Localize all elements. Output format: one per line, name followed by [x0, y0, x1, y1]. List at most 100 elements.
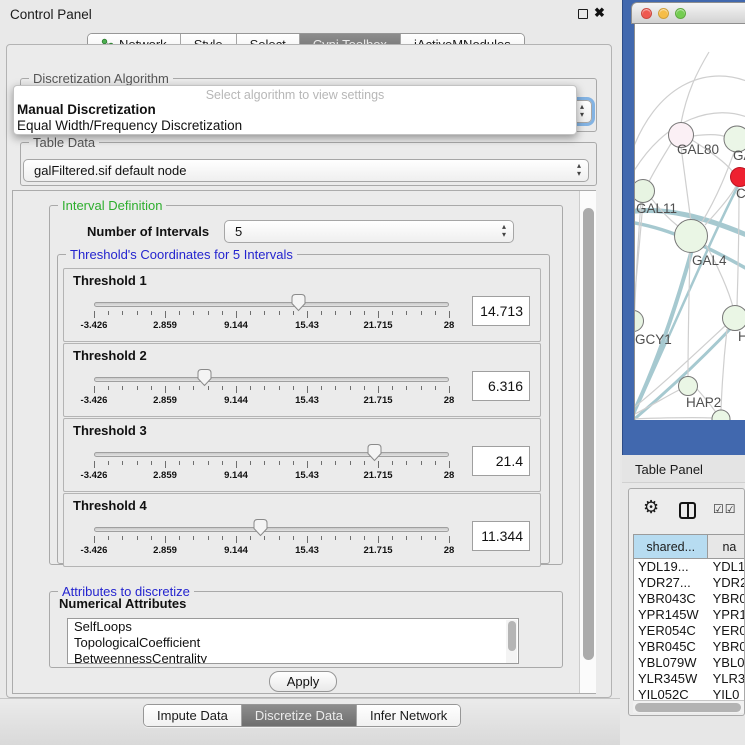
algorithm-placeholder-item[interactable]: Select algorithm to view settings — [14, 86, 576, 102]
network-node-GCY1[interactable] — [635, 311, 644, 332]
tab-impute-data[interactable]: Impute Data — [144, 705, 242, 726]
horizontal-scrollbar-thumb[interactable] — [635, 703, 741, 712]
number-of-intervals-combobox[interactable]: 5 ▴▾ — [224, 220, 514, 243]
numerical-attributes-list[interactable]: SelfLoopsTopologicalCoefficientBetweenne… — [67, 618, 519, 664]
column-checkbox-icons[interactable]: ☑☑ — [713, 502, 737, 516]
slider-track[interactable] — [94, 452, 449, 457]
slider-tick — [193, 311, 194, 315]
network-node-C[interactable] — [731, 168, 745, 187]
slider-tick — [108, 386, 109, 390]
vertical-scrollbar[interactable] — [579, 191, 596, 693]
slider-tick — [378, 311, 379, 318]
slider-track[interactable] — [94, 527, 449, 532]
slider-tick-label: 2.859 — [142, 320, 188, 331]
close-icon[interactable]: ✖ — [594, 5, 605, 21]
slider-tick — [137, 311, 138, 315]
slider-tick — [364, 536, 365, 540]
slider-tick — [406, 536, 407, 540]
attribute-list-item[interactable]: TopologicalCoefficient — [68, 635, 518, 651]
slider-tick — [151, 461, 152, 465]
slider-tick — [250, 461, 251, 465]
slider-thumb[interactable] — [290, 293, 307, 312]
threshold-value-field[interactable]: 6.316 — [472, 371, 530, 401]
table-row[interactable]: YDL19...YDL1 — [634, 559, 745, 575]
network-node-HAP2[interactable] — [679, 377, 698, 396]
slider-tick — [435, 311, 436, 315]
node-table: shared... na YDL19...YDL1YDR27...YDR2YBR… — [633, 534, 745, 700]
horizontal-scrollbar[interactable] — [633, 700, 745, 713]
table-row[interactable]: YBR043CYBR0 — [634, 591, 745, 607]
attribute-list-item[interactable]: SelfLoops — [68, 619, 518, 635]
slider-thumb[interactable] — [252, 518, 269, 537]
network-node-GAL11[interactable] — [635, 180, 655, 203]
slider-tick — [179, 461, 180, 465]
table-row[interactable]: YIL052CYIL0 — [634, 687, 745, 700]
slider-tick — [250, 386, 251, 390]
float-window-icon[interactable] — [578, 9, 588, 19]
cell-shared-name: YBL079W — [634, 655, 709, 671]
slider-tick — [307, 311, 308, 318]
slider-thumb[interactable] — [196, 368, 213, 387]
slider-tick — [321, 311, 322, 315]
network-node-GAL4[interactable] — [675, 220, 708, 253]
slider-tick — [108, 461, 109, 465]
threshold-value-field[interactable]: 21.4 — [472, 446, 530, 476]
slider-tick — [435, 536, 436, 540]
algorithm-option[interactable]: Equal Width/Frequency Discretization — [14, 118, 576, 134]
attribute-list-item[interactable]: BetweennessCentrality — [68, 651, 518, 664]
slider-tick — [94, 311, 95, 318]
network-node-H[interactable] — [723, 306, 745, 331]
tab-discretize-data[interactable]: Discretize Data — [242, 705, 357, 726]
network-canvas[interactable]: GAL80GACGAL11GAL4GCY1HHAP2 — [634, 24, 745, 420]
table-row[interactable]: YBL079WYBL0 — [634, 655, 745, 671]
cell-name: YBR0 — [709, 639, 745, 655]
slider-tick — [307, 461, 308, 468]
minimize-traffic-light-icon[interactable] — [658, 8, 669, 19]
slider-track[interactable] — [94, 302, 449, 307]
threshold-row: Threshold 3-3.4262.8599.14415.4321.71528… — [63, 418, 541, 492]
vertical-scrollbar-thumb[interactable] — [583, 208, 594, 660]
discretization-algorithm-title: Discretization Algorithm — [29, 71, 173, 86]
cell-shared-name: YIL052C — [634, 687, 709, 700]
slider-tick — [350, 311, 351, 315]
slider-tick — [392, 536, 393, 540]
table-row[interactable]: YBR045CYBR0 — [634, 639, 745, 655]
table-row[interactable]: YDR27...YDR2 — [634, 575, 745, 591]
table-data-combobox-value: galFiltered.sif default node — [34, 163, 186, 178]
table-header-name[interactable]: na — [708, 535, 745, 559]
tab-label: Discretize Data — [255, 708, 343, 723]
network-edge — [702, 150, 735, 222]
split-columns-icon[interactable] — [679, 502, 696, 519]
slider-tick — [179, 311, 180, 315]
network-edge — [635, 202, 643, 311]
table-data-combobox[interactable]: galFiltered.sif default node ▴▾ — [23, 159, 589, 182]
slider-tick — [392, 386, 393, 390]
network-window-titlebar[interactable] — [631, 2, 745, 24]
gear-icon[interactable]: ⚙ — [643, 497, 659, 518]
threshold-value-field[interactable]: 14.713 — [472, 296, 530, 326]
table-row[interactable]: YER054CYER0 — [634, 623, 745, 639]
cell-shared-name: YBR045C — [634, 639, 709, 655]
network-edge — [648, 142, 672, 184]
slider-tick — [137, 461, 138, 465]
slider-tick — [222, 386, 223, 390]
threshold-value-field[interactable]: 11.344 — [472, 521, 530, 551]
zoom-traffic-light-icon[interactable] — [675, 8, 686, 19]
slider-tick — [250, 311, 251, 315]
close-traffic-light-icon[interactable] — [641, 8, 652, 19]
network-view-window: GAL80GACGAL11GAL4GCY1HHAP2 — [622, 0, 745, 455]
apply-button[interactable]: Apply — [269, 671, 337, 692]
tab-infer-network[interactable]: Infer Network — [357, 705, 460, 726]
network-node-label: HAP2 — [686, 395, 721, 410]
table-row[interactable]: YPR145WYPR1 — [634, 607, 745, 623]
table-header-shared-name[interactable]: shared... — [634, 535, 708, 559]
slider-track[interactable] — [94, 377, 449, 382]
slider-tick — [222, 536, 223, 540]
slider-thumb[interactable] — [366, 443, 383, 462]
threshold-coordinates-title: Threshold's Coordinates for 5 Intervals — [66, 247, 297, 262]
table-data-group: Table Data galFiltered.sif default node … — [20, 142, 597, 186]
table-row[interactable]: YLR345WYLR3 — [634, 671, 745, 687]
algorithm-option[interactable]: Manual Discretization — [14, 102, 576, 118]
list-scrollbar[interactable] — [506, 620, 517, 664]
slider-tick — [236, 311, 237, 318]
